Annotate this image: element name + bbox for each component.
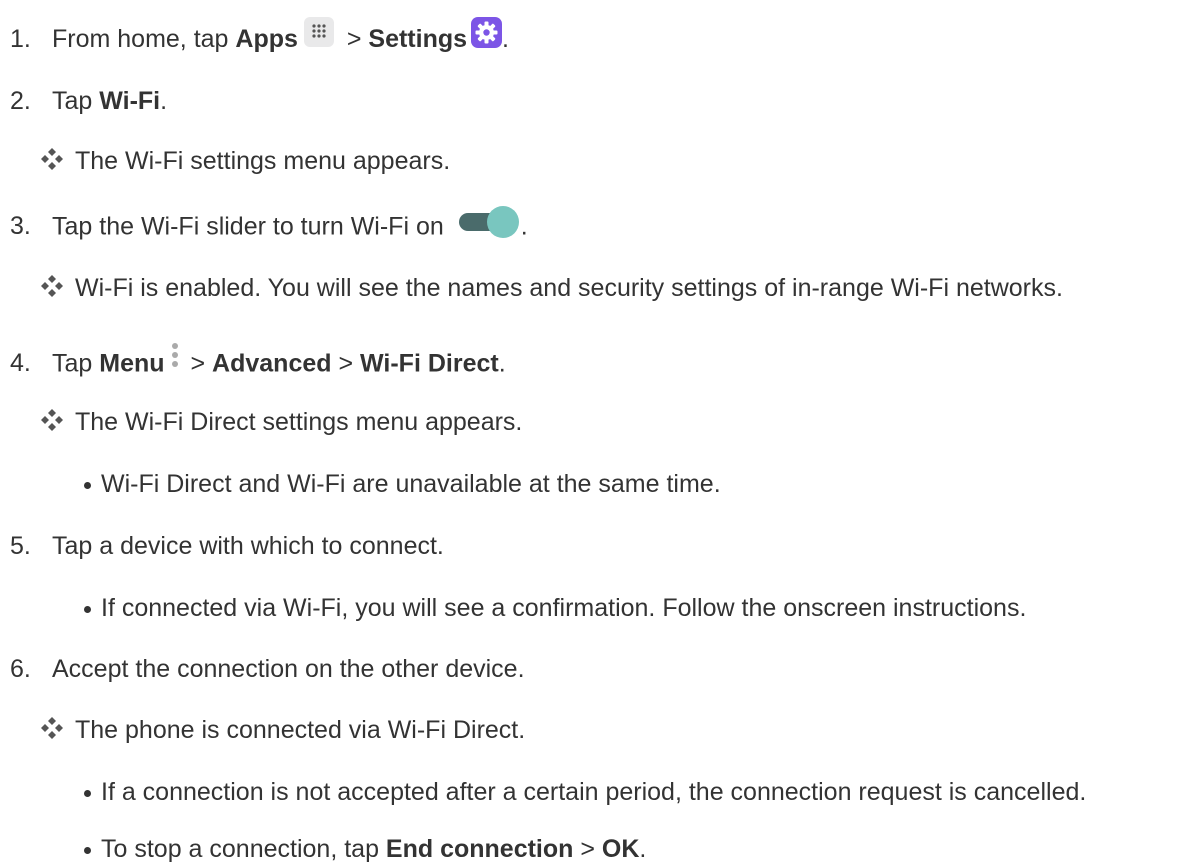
wifi-label: Wi-Fi [99, 87, 161, 115]
result-text: The Wi-Fi Direct settings menu appears. [75, 408, 523, 436]
bullet-dot [84, 790, 91, 797]
bullet-text: If a connection is not accepted after a … [101, 778, 1087, 806]
ok-label: OK [601, 835, 640, 863]
step-text: Accept the connection on the other devic… [52, 655, 525, 683]
bullet-text: To stop a connection, tap End connection… [101, 835, 647, 863]
bullet-dot [84, 847, 91, 854]
result-text: The Wi-Fi settings menu appears. [75, 147, 451, 175]
step-number: 5. [10, 532, 31, 560]
bullet-dot [84, 482, 91, 489]
menu-label: Menu [99, 349, 165, 378]
wifi-toggle-on-icon [457, 205, 521, 239]
diamond-bullet-icon [41, 717, 63, 739]
bullet-text: Wi-Fi Direct and Wi-Fi are unavailable a… [101, 470, 721, 498]
end-connection-label: End connection [385, 835, 574, 863]
step-text: Tap a device with which to connect. [52, 532, 444, 560]
step-text: Tap Wi-Fi. [52, 87, 168, 115]
bullet-dot [84, 606, 91, 613]
bullet-text: If connected via Wi-Fi, you will see a c… [101, 594, 1027, 622]
step-number: 2. [10, 87, 31, 115]
settings-gear-icon [471, 16, 503, 48]
step-number: 1. [10, 25, 31, 53]
step-number: 4. [10, 349, 31, 377]
diamond-bullet-icon [41, 409, 63, 431]
diamond-bullet-icon [41, 275, 63, 297]
menu-kebab-icon [169, 340, 181, 374]
result-text: The phone is connected via Wi-Fi Direct. [75, 716, 526, 744]
diamond-bullet-icon [41, 148, 63, 170]
step-text: From home, tap Apps > Settings. [52, 16, 509, 56]
advanced-label: Advanced [212, 349, 332, 378]
step-number: 6. [10, 655, 31, 683]
apps-label: Apps [235, 25, 298, 53]
step-text: Tap the Wi-Fi slider to turn Wi-Fi on . [52, 206, 528, 245]
result-text: Wi-Fi is enabled. You will see the names… [75, 274, 1063, 302]
settings-label: Settings [368, 25, 468, 53]
step-number: 3. [10, 212, 31, 240]
apps-grid-icon [303, 17, 334, 48]
step-text: Tap Menu > Advanced > Wi-Fi Direct. [52, 343, 506, 382]
wifi-direct-label: Wi-Fi Direct [360, 349, 499, 378]
